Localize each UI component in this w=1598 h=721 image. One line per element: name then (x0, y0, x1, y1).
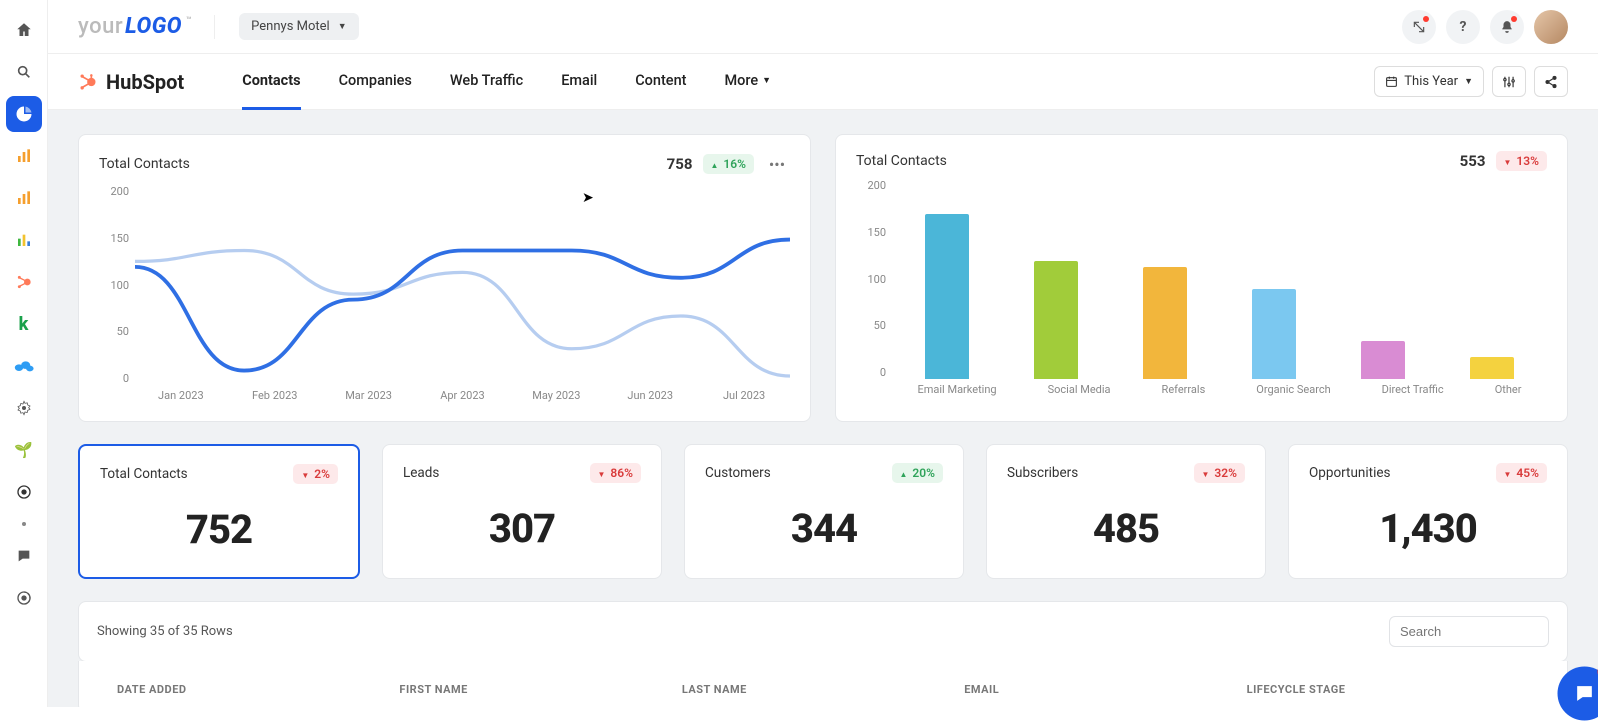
bar-chart-card: Total Contacts 553 13% 200150100500 Emai… (835, 134, 1568, 422)
kpi-leads[interactable]: Leads86%307 (382, 444, 662, 579)
table-header-row: DATE ADDEDFIRST NAMELAST NAMEEMAILLIFECY… (99, 677, 1547, 696)
bar-chart-plot (892, 179, 1547, 379)
sidebar-app-plant[interactable]: 🌱 (6, 432, 42, 468)
sidebar-app-k[interactable]: k (6, 306, 42, 342)
subnav: HubSpot Contacts Companies Web Traffic Emai… (48, 54, 1598, 110)
bar-chart-title: Total Contacts (856, 153, 947, 169)
line-chart-delta: 16% (703, 154, 755, 174)
bar-x-axis: Email MarketingSocial MediaReferralsOrga… (892, 383, 1547, 399)
vertical-separator (214, 15, 215, 39)
table-search-input[interactable] (1389, 616, 1549, 647)
period-selector[interactable]: This Year ▼ (1374, 66, 1484, 97)
sidebar-hubspot[interactable] (6, 264, 42, 300)
sidebar-salesforce[interactable] (6, 348, 42, 384)
app-title: HubSpot (78, 70, 184, 94)
brand-logo: yourLOGO™ (78, 14, 190, 39)
table-card: Showing 35 of 35 Rows (78, 601, 1568, 662)
line-chart-value: 758 (667, 155, 693, 173)
kpi-subscribers[interactable]: Subscribers32%485 (986, 444, 1266, 579)
sliders-icon (1502, 75, 1516, 89)
share-button[interactable] (1534, 66, 1568, 97)
share-icon (1544, 75, 1558, 89)
tab-bar: Contacts Companies Web Traffic Email Content… (242, 54, 771, 110)
user-avatar[interactable] (1534, 10, 1568, 44)
chevron-down-icon: ▼ (338, 21, 347, 32)
kpi-customers[interactable]: Customers20%344 (684, 444, 964, 579)
line-y-axis: 200150100500 (99, 185, 135, 385)
line-x-axis: Jan 2023Feb 2023Mar 2023Apr 2023May 2023… (135, 389, 790, 405)
topbar: yourLOGO™ Pennys Motel ▼ ? (48, 0, 1598, 54)
bell-icon (1500, 20, 1514, 34)
sidebar-chat[interactable] (6, 538, 42, 574)
sidebar-analytics-2[interactable] (6, 180, 42, 216)
sidebar: k 🌱 (0, 0, 48, 707)
org-selector[interactable]: Pennys Motel ▼ (239, 13, 358, 40)
sidebar-separator-dot (22, 522, 26, 526)
bar-chart-value: 553 (1460, 152, 1486, 170)
tab-more[interactable]: More ▼ (724, 54, 771, 110)
sidebar-analytics-1[interactable] (6, 138, 42, 174)
sidebar-reports[interactable] (6, 222, 42, 258)
kpi-row: Total Contacts2%752Leads86%307Customers2… (78, 444, 1568, 579)
sidebar-dashboards[interactable] (6, 96, 42, 132)
hubspot-icon (78, 72, 98, 92)
chevron-down-icon: ▼ (1464, 76, 1473, 87)
period-label: This Year (1404, 74, 1458, 89)
quick-action-button[interactable] (1402, 10, 1436, 44)
tab-content[interactable]: Content (635, 54, 686, 110)
chat-icon (1574, 683, 1596, 705)
tab-companies[interactable]: Companies (339, 54, 412, 110)
line-chart-card: Total Contacts 758 16% ••• 200150100500 … (78, 134, 811, 422)
content-area: Total Contacts 758 16% ••• 200150100500 … (48, 110, 1598, 707)
table-summary: Showing 35 of 35 Rows (97, 624, 233, 639)
org-name: Pennys Motel (251, 19, 330, 34)
bar-y-axis: 200150100500 (856, 179, 892, 379)
tab-web-traffic[interactable]: Web Traffic (450, 54, 523, 110)
kpi-opportunities[interactable]: Opportunities45%1,430 (1288, 444, 1568, 579)
sidebar-app-gear[interactable] (6, 390, 42, 426)
help-button[interactable]: ? (1446, 10, 1480, 44)
notifications-button[interactable] (1490, 10, 1524, 44)
bar-chart-delta: 13% (1496, 151, 1548, 171)
sidebar-activity[interactable] (6, 580, 42, 616)
help-icon: ? (1460, 19, 1467, 35)
kpi-total-contacts[interactable]: Total Contacts2%752 (78, 444, 360, 579)
calendar-icon (1385, 75, 1398, 88)
line-chart-plot (135, 185, 790, 403)
line-chart-menu[interactable]: ••• (764, 151, 790, 177)
tab-email[interactable]: Email (561, 54, 597, 110)
line-chart-title: Total Contacts (99, 156, 190, 172)
sidebar-home[interactable] (6, 12, 42, 48)
tab-contacts[interactable]: Contacts (242, 54, 300, 110)
sidebar-app-target[interactable] (6, 474, 42, 510)
filter-button[interactable] (1492, 66, 1526, 97)
chat-fab[interactable]: 1 (1558, 667, 1598, 721)
sidebar-search[interactable] (6, 54, 42, 90)
